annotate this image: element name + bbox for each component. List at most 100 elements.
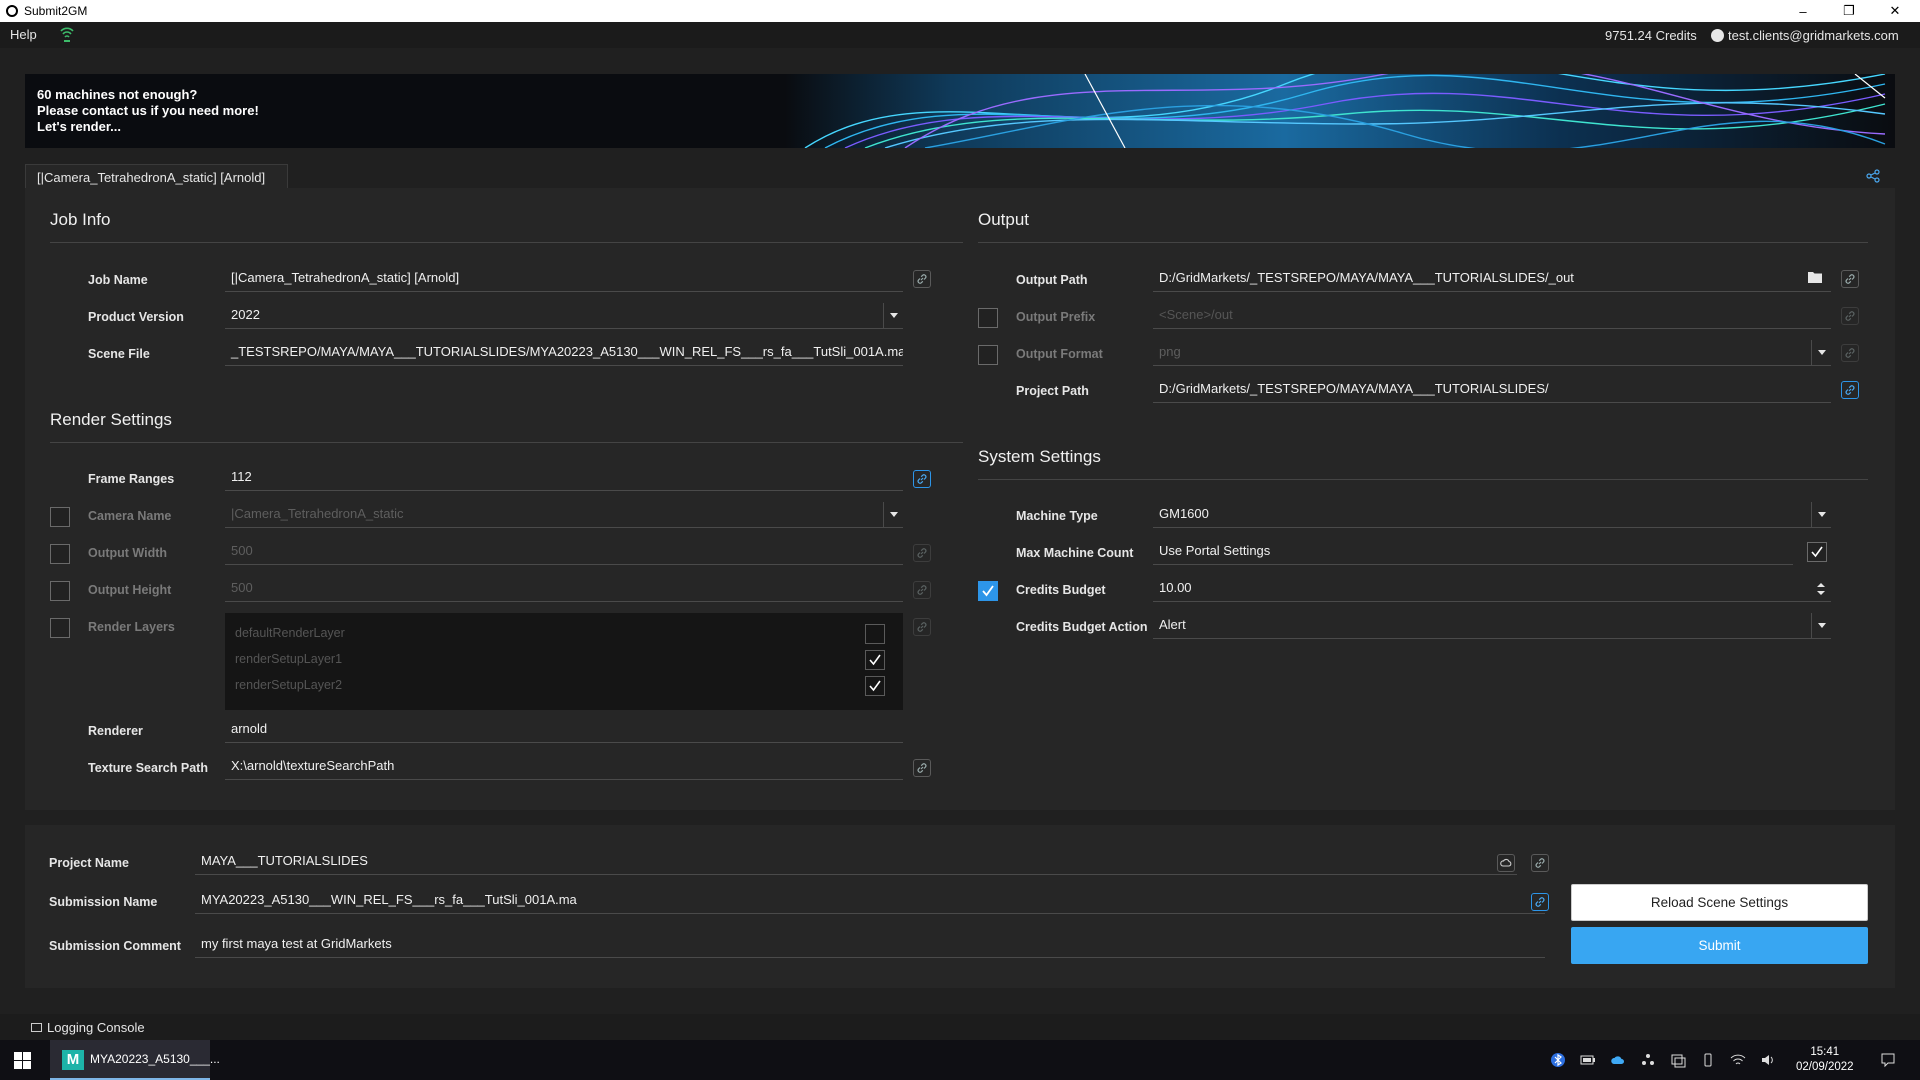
product-version-value: 2022 bbox=[231, 307, 260, 322]
taskbar: M MYA20223_A5130___... 15:41 02/09/2022 bbox=[0, 1040, 1920, 1080]
product-version-select[interactable]: 2022 bbox=[225, 303, 903, 329]
link-button[interactable] bbox=[913, 270, 931, 288]
tab-job[interactable]: [|Camera_TetrahedronA_static] [Arnold] bbox=[25, 164, 288, 188]
system-clock[interactable]: 15:41 02/09/2022 bbox=[1796, 1045, 1854, 1075]
output-path-value: D:/GridMarkets/_TESTSREPO/MAYA/MAYA___TU… bbox=[1159, 270, 1574, 285]
credits-budget-spinbox[interactable]: 10.00 bbox=[1153, 576, 1831, 602]
link-button[interactable] bbox=[913, 759, 931, 777]
camera-name-select[interactable]: |Camera_TetrahedronA_static bbox=[225, 502, 903, 528]
notifications-icon[interactable] bbox=[1880, 1052, 1896, 1068]
credits-budget-action-select[interactable]: Alert bbox=[1153, 613, 1831, 639]
usb-icon[interactable] bbox=[1700, 1052, 1716, 1068]
clock-time: 15:41 bbox=[1810, 1046, 1840, 1058]
project-path-input[interactable]: D:/GridMarkets/_TESTSREPO/MAYA/MAYA___TU… bbox=[1153, 377, 1831, 403]
output-prefix-checkbox[interactable] bbox=[978, 308, 998, 328]
output-height-checkbox[interactable] bbox=[50, 581, 70, 601]
submission-name-input[interactable]: MYA20223_A5130___WIN_REL_FS___rs_fa___Tu… bbox=[195, 888, 1545, 914]
folder-icon bbox=[1808, 272, 1822, 283]
output-width-input[interactable]: 500 bbox=[225, 539, 903, 565]
output-height-input[interactable]: 500 bbox=[225, 576, 903, 602]
link-button[interactable] bbox=[913, 618, 931, 636]
volume-icon[interactable] bbox=[1760, 1052, 1776, 1068]
output-prefix-label: Output Prefix bbox=[1016, 310, 1096, 324]
cloud-sync-icon[interactable] bbox=[1610, 1052, 1626, 1068]
submit-button[interactable]: Submit bbox=[1571, 927, 1868, 964]
windows-start-icon[interactable] bbox=[14, 1052, 31, 1069]
console-icon bbox=[31, 1023, 42, 1032]
battery-icon[interactable] bbox=[1580, 1052, 1596, 1068]
spinner-arrows-icon[interactable] bbox=[1817, 582, 1825, 596]
divider bbox=[978, 242, 1868, 243]
output-width-checkbox[interactable] bbox=[50, 544, 70, 564]
credits-budget-value: 10.00 bbox=[1159, 580, 1192, 595]
share-button[interactable] bbox=[1862, 165, 1884, 187]
link-button[interactable] bbox=[1841, 307, 1859, 325]
link-button[interactable] bbox=[1841, 344, 1859, 362]
bluetooth-icon[interactable] bbox=[1550, 1052, 1566, 1068]
render-layers-checkbox[interactable] bbox=[50, 618, 70, 638]
submission-comment-label: Submission Comment bbox=[49, 939, 181, 953]
layer-checkbox[interactable] bbox=[865, 650, 885, 670]
layer-checkbox[interactable] bbox=[865, 624, 885, 644]
output-format-select[interactable]: png bbox=[1153, 340, 1831, 366]
chevron-down-icon bbox=[1811, 340, 1831, 365]
check-icon bbox=[982, 585, 994, 597]
machine-type-label: Machine Type bbox=[1016, 509, 1098, 523]
check-icon bbox=[1811, 546, 1823, 558]
share-icon bbox=[1866, 169, 1880, 183]
scene-file-input[interactable]: _TESTSREPO/MAYA/MAYA___TUTORIALSLIDES/MY… bbox=[225, 340, 903, 366]
output-title: Output bbox=[978, 210, 1030, 229]
minimize-button[interactable]: – bbox=[1780, 0, 1826, 22]
project-path-label: Project Path bbox=[1016, 384, 1089, 398]
promo-banner[interactable]: 60 machines not enough? Please contact u… bbox=[25, 74, 1895, 148]
title-bar: Submit2GM – ❐ ✕ bbox=[0, 0, 1920, 22]
texture-search-path-input[interactable]: X:\arnold\textureSearchPath bbox=[225, 754, 903, 780]
link-button[interactable] bbox=[1841, 270, 1859, 288]
user-account[interactable]: test.clients@gridmarkets.com bbox=[1711, 28, 1899, 43]
wifi-icon[interactable] bbox=[1730, 1052, 1746, 1068]
output-path-label: Output Path bbox=[1016, 273, 1088, 287]
app-icon bbox=[6, 5, 18, 17]
close-button[interactable]: ✕ bbox=[1872, 0, 1918, 22]
logging-console-label: Logging Console bbox=[47, 1020, 145, 1035]
output-prefix-input[interactable]: <Scene>/out bbox=[1153, 303, 1831, 329]
machine-type-select[interactable]: GM1600 bbox=[1153, 502, 1831, 528]
taskbar-app-maya[interactable]: M MYA20223_A5130___... bbox=[50, 1040, 220, 1080]
frame-ranges-input[interactable]: 112 bbox=[225, 465, 903, 491]
connection-status-icon bbox=[60, 27, 74, 42]
camera-name-checkbox[interactable] bbox=[50, 507, 70, 527]
link-button[interactable] bbox=[913, 470, 931, 488]
link-button[interactable] bbox=[1531, 854, 1549, 872]
credits-budget-checkbox[interactable] bbox=[978, 581, 998, 601]
link-button[interactable] bbox=[913, 544, 931, 562]
output-path-input[interactable]: D:/GridMarkets/_TESTSREPO/MAYA/MAYA___TU… bbox=[1153, 266, 1831, 292]
max-machine-count-input[interactable]: Use Portal Settings bbox=[1153, 539, 1793, 565]
window-icon[interactable] bbox=[1670, 1052, 1686, 1068]
reload-scene-settings-button[interactable]: Reload Scene Settings bbox=[1571, 884, 1868, 921]
link-icon bbox=[1535, 897, 1545, 907]
maximize-button[interactable]: ❐ bbox=[1826, 0, 1872, 22]
use-portal-settings-checkbox[interactable] bbox=[1807, 542, 1827, 562]
help-menu[interactable]: Help bbox=[10, 27, 37, 42]
texture-search-path-label: Texture Search Path bbox=[88, 761, 208, 775]
output-width-label: Output Width bbox=[88, 546, 168, 560]
output-format-checkbox[interactable] bbox=[978, 345, 998, 365]
job-name-input[interactable]: [|Camera_TetrahedronA_static] [Arnold] bbox=[225, 266, 903, 292]
link-icon bbox=[917, 474, 927, 484]
submission-comment-input[interactable]: my first maya test at GridMarkets bbox=[195, 932, 1545, 958]
cloud-button[interactable] bbox=[1497, 854, 1515, 872]
clock-date: 02/09/2022 bbox=[1796, 1061, 1854, 1073]
project-name-input[interactable]: MAYA___TUTORIALSLIDES bbox=[195, 849, 1517, 875]
link-button[interactable] bbox=[913, 581, 931, 599]
folder-button[interactable] bbox=[1808, 270, 1824, 286]
logging-console-bar[interactable]: Logging Console bbox=[0, 1014, 1920, 1040]
renderer-input[interactable]: arnold bbox=[225, 717, 903, 743]
link-button[interactable] bbox=[1841, 381, 1859, 399]
divider bbox=[50, 242, 963, 243]
maya-icon: M bbox=[62, 1050, 84, 1070]
network-share-icon[interactable] bbox=[1640, 1052, 1656, 1068]
link-button[interactable] bbox=[1531, 893, 1549, 911]
cloud-icon bbox=[1500, 858, 1512, 867]
layer-checkbox[interactable] bbox=[865, 676, 885, 696]
machine-type-value: GM1600 bbox=[1159, 506, 1209, 521]
